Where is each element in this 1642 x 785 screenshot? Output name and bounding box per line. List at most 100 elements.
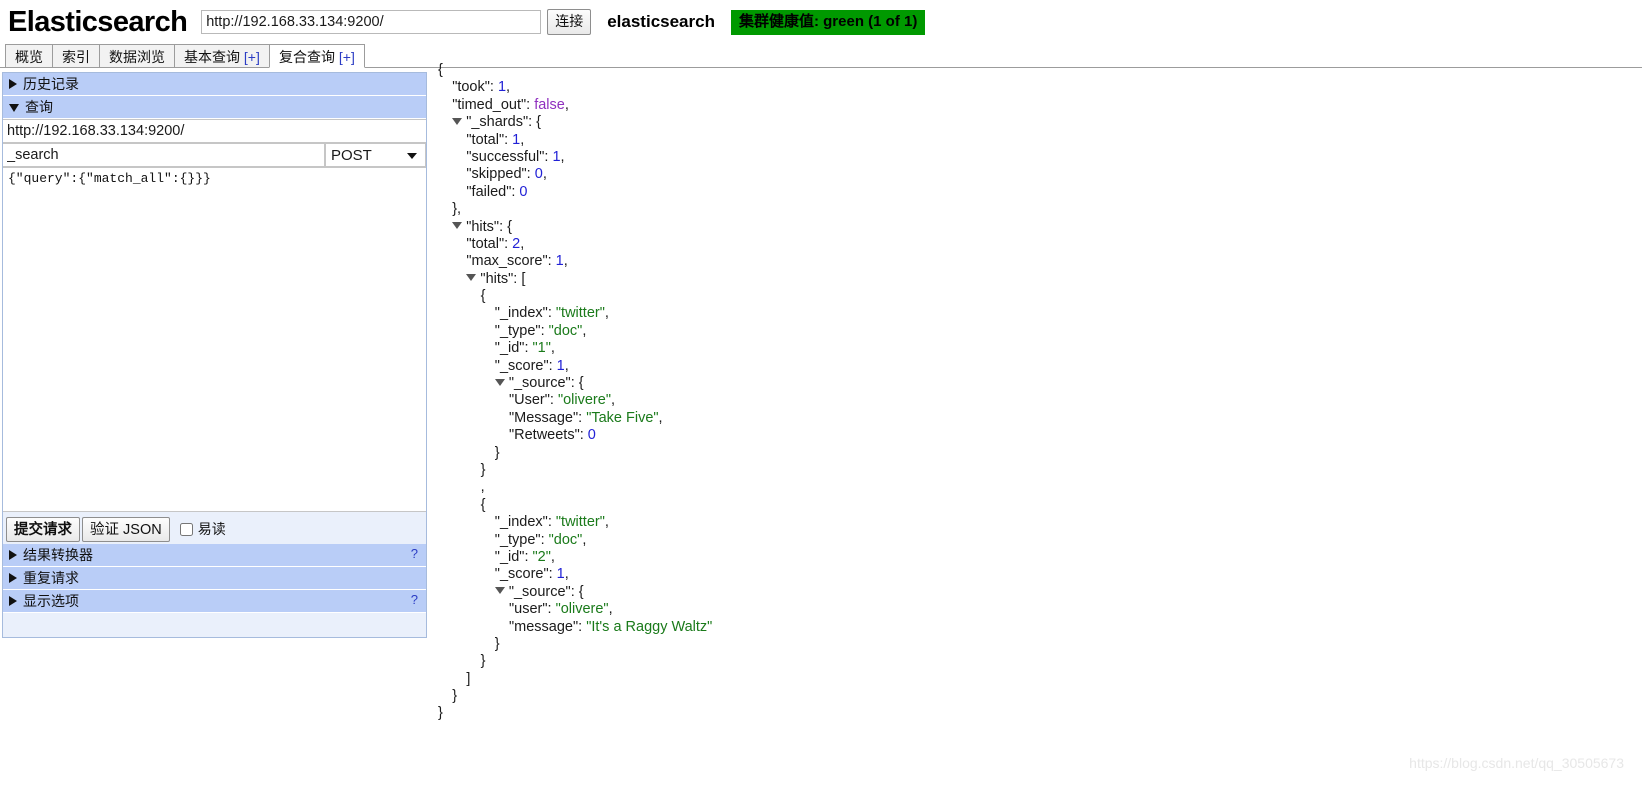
json-token-k: "failed": <box>466 183 520 200</box>
json-token-p: , <box>506 79 511 96</box>
json-collapse-toggle-icon[interactable] <box>494 378 505 386</box>
json-collapse-toggle-icon[interactable] <box>452 222 463 230</box>
json-token-b: false <box>534 96 565 113</box>
json-token-n: 1 <box>556 357 565 374</box>
json-token-k: "_score": <box>494 357 557 374</box>
pretty-print-toggle[interactable]: 易读 <box>179 519 226 539</box>
request-path-row: POSTGETPUTDELETEHEAD <box>3 143 426 167</box>
tab-expand-marker: [+] <box>240 49 260 65</box>
json-token-k: "_source": { <box>508 375 584 392</box>
json-token-p: , <box>560 148 565 165</box>
json-line: } <box>430 462 1635 479</box>
elasticsearch-head-app: Elasticsearch 连接 elasticsearch 集群健康值: gr… <box>0 0 1642 785</box>
json-token-k: "_index": <box>494 305 556 322</box>
json-line: "total": 1, <box>430 132 1635 149</box>
json-token-p: , <box>520 235 525 252</box>
json-line: "message": "It's a Raggy Waltz" <box>430 619 1635 636</box>
json-token-s: "It's a Raggy Waltz" <box>586 618 713 635</box>
json-token-p: , <box>610 392 616 409</box>
json-line: "hits": [ <box>430 271 1635 288</box>
http-method-select[interactable]: POSTGETPUTDELETEHEAD <box>325 143 426 167</box>
json-line: { <box>430 288 1635 305</box>
request-url-input[interactable] <box>3 119 426 143</box>
json-token-p: , <box>564 96 569 113</box>
query-actions-row: 提交请求 验证 JSON 易读 <box>3 512 426 544</box>
tab-label: 基本查询 <box>184 49 240 65</box>
cluster-host-input[interactable] <box>201 10 542 34</box>
json-token-k: "Retweets": <box>509 427 588 444</box>
pretty-print-label: 易读 <box>197 521 226 537</box>
chevron-right-icon <box>9 573 17 583</box>
chevron-down-icon <box>9 104 19 112</box>
json-collapse-toggle-icon[interactable] <box>494 587 505 595</box>
json-token-n: 0 <box>534 166 543 183</box>
query-section-label: 查询 <box>25 99 53 115</box>
json-collapse-toggle-icon[interactable] <box>452 117 463 125</box>
json-token-k: "hits": [ <box>480 270 526 287</box>
json-token-p: , <box>520 131 525 148</box>
request-path-input[interactable] <box>3 143 325 167</box>
json-token-p: }, <box>452 201 462 218</box>
tab-4[interactable]: 复合查询 [+] <box>269 44 365 68</box>
tab-label: 复合查询 <box>279 49 335 65</box>
history-section-label: 历史记录 <box>23 76 79 92</box>
json-token-k: "_index": <box>494 514 556 531</box>
json-token-p: } <box>452 688 458 705</box>
help-icon[interactable]: ? <box>411 592 418 607</box>
json-token-p: ] <box>466 670 471 687</box>
json-line: "failed": 0 <box>430 184 1635 201</box>
json-line: "_id": "1", <box>430 340 1635 357</box>
json-line: , <box>430 479 1635 496</box>
json-token-p: , <box>542 166 547 183</box>
json-line: } <box>430 636 1635 653</box>
collapsible-section-1[interactable]: 重复请求 <box>3 567 426 590</box>
json-token-k: "successful": <box>466 148 553 165</box>
json-token-k: "_shards": { <box>466 114 541 131</box>
json-token-k: "_type": <box>494 322 549 339</box>
json-token-k: "User": <box>509 392 558 409</box>
history-section-header[interactable]: 历史记录 <box>3 73 426 96</box>
tab-1[interactable]: 索引 <box>52 44 100 68</box>
json-token-p: , <box>582 322 587 339</box>
tab-3[interactable]: 基本查询 [+] <box>174 44 270 68</box>
json-line: { <box>430 497 1635 514</box>
help-icon[interactable]: ? <box>411 546 418 561</box>
json-token-p: } <box>494 635 500 652</box>
json-line: "max_score": 1, <box>430 253 1635 270</box>
json-token-p: , <box>604 514 609 531</box>
response-json-viewer[interactable]: {"took": 1, "timed_out": false, "_shards"… <box>430 62 1635 762</box>
json-line: ] <box>430 671 1635 688</box>
json-token-k: "skipped": <box>466 166 535 183</box>
collapsible-section-2[interactable]: 显示选项? <box>3 590 426 613</box>
composite-query-panel: 历史记录 查询 POSTGETPUTDELETEHEAD 提交请求 验证 JSO… <box>2 72 427 638</box>
json-token-s: "twitter" <box>555 514 605 531</box>
json-line: "User": "olivere", <box>430 392 1635 409</box>
validate-json-button[interactable]: 验证 JSON <box>82 516 170 542</box>
json-token-p: , <box>608 601 613 618</box>
json-token-p: , <box>550 548 555 565</box>
json-token-k: "_score": <box>494 566 557 583</box>
tab-2[interactable]: 数据浏览 <box>99 44 175 68</box>
http-method-wrap: POSTGETPUTDELETEHEAD <box>325 143 426 167</box>
json-line: "_score": 1, <box>430 566 1635 583</box>
json-token-k: "_type": <box>494 531 549 548</box>
request-body-textarea[interactable] <box>3 167 426 512</box>
chevron-right-icon <box>9 550 17 560</box>
json-token-s: "doc" <box>548 531 583 548</box>
json-line: "Message": "Take Five", <box>430 410 1635 427</box>
json-line: } <box>430 705 1635 722</box>
pretty-print-checkbox[interactable] <box>179 522 193 536</box>
json-collapse-toggle-icon[interactable] <box>466 274 477 282</box>
json-token-p: } <box>480 653 486 670</box>
json-token-k: "_source": { <box>508 583 584 600</box>
collapsible-section-0[interactable]: 结果转换器? <box>3 544 426 567</box>
json-line: "took": 1, <box>430 79 1635 96</box>
tab-label: 数据浏览 <box>109 49 165 65</box>
collapsible-section-label: 重复请求 <box>23 570 79 586</box>
json-token-n: 0 <box>519 183 528 200</box>
tab-0[interactable]: 概览 <box>5 44 53 68</box>
submit-request-button[interactable]: 提交请求 <box>6 516 80 542</box>
connect-button[interactable]: 连接 <box>547 9 592 35</box>
query-section-header[interactable]: 查询 <box>3 96 426 119</box>
json-token-p: , <box>564 566 569 583</box>
